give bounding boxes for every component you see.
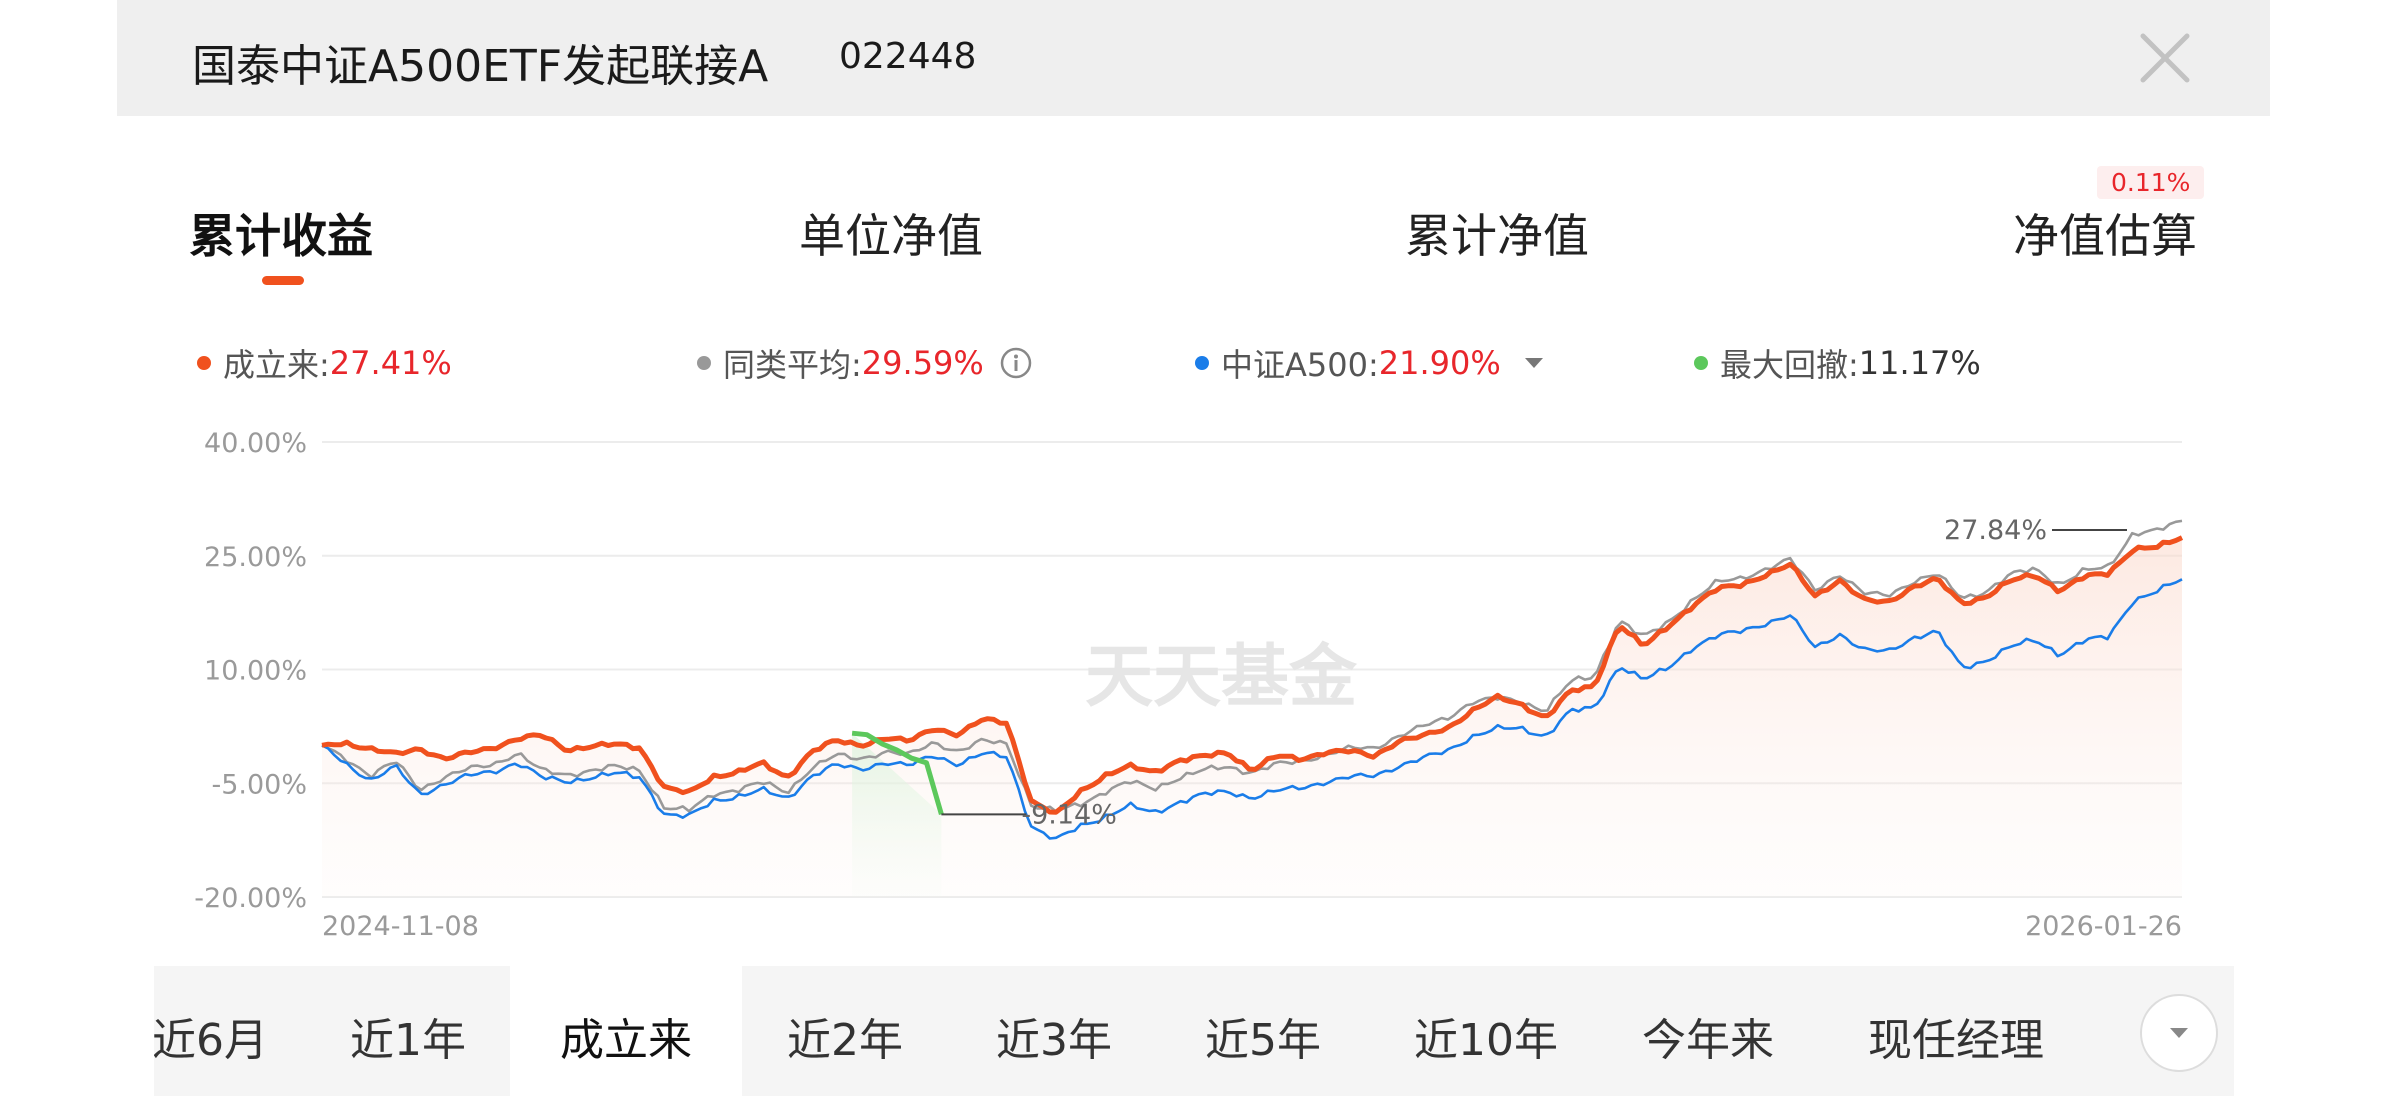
y-tick-label: -5.00% bbox=[211, 769, 307, 800]
legend-index-name: 中证A500: bbox=[1221, 346, 1379, 384]
caret-down-icon[interactable] bbox=[1524, 358, 1543, 368]
period-2y[interactable]: 近2年 bbox=[787, 1004, 903, 1068]
legend-peer-name: 同类平均: bbox=[723, 346, 862, 384]
legend-drawdown: 最大回撤: 11.17% bbox=[1694, 340, 1981, 386]
legend-fund-name: 成立来: bbox=[223, 346, 330, 384]
x-label-end: 2026-01-26 bbox=[2025, 911, 2182, 942]
annotation-peak-label: 27.84% bbox=[1944, 515, 2047, 546]
chevron-down-icon bbox=[2170, 1028, 2188, 1038]
legend-peer-value: 29.59% bbox=[861, 344, 984, 382]
legend-dot-fund bbox=[197, 356, 211, 370]
period-since-inception[interactable]: 成立来 bbox=[560, 1004, 692, 1068]
tab-nav-estimate[interactable]: 净值估算 bbox=[2013, 200, 2197, 266]
legend-peer: 同类平均: 29.59% bbox=[697, 340, 1032, 386]
active-tab-indicator bbox=[262, 276, 304, 285]
legend-index[interactable]: 中证A500: 21.90% bbox=[1195, 340, 1543, 386]
info-icon[interactable] bbox=[1000, 347, 1032, 379]
legend-drawdown-value: 11.17% bbox=[1858, 344, 1981, 382]
close-icon bbox=[2140, 33, 2190, 83]
chart-legend: 成立来: 27.41% 同类平均: 29.59% 中证A500: 21.90% … bbox=[117, 340, 2270, 390]
y-tick-label: 25.00% bbox=[204, 542, 307, 573]
legend-dot-index bbox=[1195, 356, 1209, 370]
estimate-badge: 0.11% bbox=[2097, 166, 2205, 199]
period-ytd[interactable]: 今年来 bbox=[1642, 1004, 1774, 1068]
y-tick-label: -20.00% bbox=[194, 883, 307, 914]
tab-cumulative-return[interactable]: 累计收益 bbox=[189, 200, 373, 266]
header-bar: 国泰中证A500ETF发起联接A 022448 bbox=[117, 0, 2270, 116]
close-button[interactable] bbox=[2137, 30, 2193, 86]
period-6m[interactable]: 近6月 bbox=[154, 1004, 268, 1068]
period-1y[interactable]: 近1年 bbox=[350, 1004, 466, 1068]
fund-code: 022448 bbox=[839, 36, 977, 77]
fund-chart-sheet: 国泰中证A500ETF发起联接A 022448 累计收益 单位净值 累计净值 净… bbox=[117, 0, 2270, 1098]
legend-fund: 成立来: 27.41% bbox=[197, 340, 452, 386]
x-label-start: 2024-11-08 bbox=[322, 911, 479, 942]
legend-fund-value: 27.41% bbox=[329, 344, 452, 382]
legend-dot-peer bbox=[697, 356, 711, 370]
y-tick-label: 40.00% bbox=[204, 428, 307, 459]
fund-name: 国泰中证A500ETF发起联接A bbox=[192, 41, 769, 92]
period-current-manager[interactable]: 现任经理 bbox=[1868, 1004, 2044, 1068]
return-chart[interactable]: 40.00% 25.00% 10.00% -5.00% -20.00% 天天基金 27.… bbox=[117, 410, 2270, 950]
more-periods-button[interactable] bbox=[2140, 994, 2218, 1072]
chart-tabs: 累计收益 单位净值 累计净值 净值估算 bbox=[117, 190, 2270, 290]
watermark: 天天基金 bbox=[1085, 639, 1358, 715]
legend-dot-drawdown bbox=[1694, 356, 1708, 370]
period-selector: 近6月 近1年 成立来 近2年 近3年 近5年 近10年 今年来 现任经理 bbox=[154, 966, 2234, 1096]
annotation-trough-label: -9.14% bbox=[1021, 799, 1117, 830]
period-10y[interactable]: 近10年 bbox=[1414, 1004, 1558, 1068]
y-tick-label: 10.00% bbox=[204, 656, 307, 687]
legend-drawdown-name: 最大回撤: bbox=[1720, 346, 1859, 384]
tab-unit-nav[interactable]: 单位净值 bbox=[799, 200, 983, 266]
period-5y[interactable]: 近5年 bbox=[1205, 1004, 1321, 1068]
tab-cumulative-nav[interactable]: 累计净值 bbox=[1405, 200, 1589, 266]
legend-index-value: 21.90% bbox=[1378, 344, 1501, 382]
period-3y[interactable]: 近3年 bbox=[996, 1004, 1112, 1068]
